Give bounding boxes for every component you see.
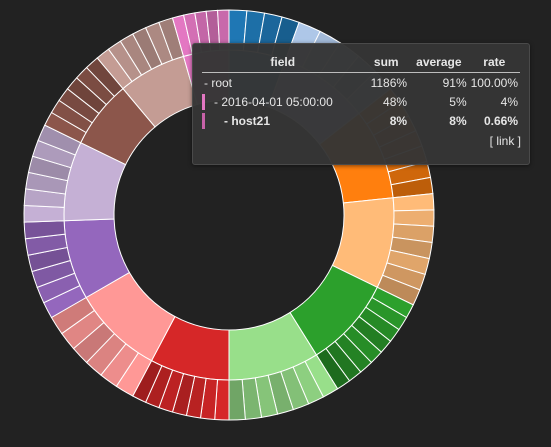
header-average: average	[409, 53, 469, 73]
row-average: 5%	[449, 95, 467, 109]
details-row-root: - root 1186% 91% 100.00%	[202, 73, 520, 93]
row-sum: 48%	[383, 95, 408, 109]
header-field: field	[202, 53, 364, 73]
header-rate: rate	[468, 53, 520, 73]
row-sum: 1186%	[370, 76, 408, 90]
row-field: - root	[204, 76, 233, 90]
row-rate: 0.66%	[483, 114, 518, 128]
outer-segment[interactable]	[23, 204, 65, 223]
details-table: field sum average rate - root 1186% 91% …	[202, 53, 520, 130]
color-swatch	[202, 94, 205, 110]
outer-segment[interactable]	[393, 209, 435, 227]
row-rate: 100.00%	[470, 76, 518, 90]
color-swatch	[202, 113, 205, 129]
details-row-date: - 2016-04-01 05:00:00 48% 5% 4%	[202, 92, 520, 111]
row-rate: 4%	[500, 95, 518, 109]
details-tooltip: field sum average rate - root 1186% 91% …	[192, 43, 530, 165]
details-link[interactable]: [ link ]	[490, 134, 521, 148]
details-row-host: - host21 8% 8% 0.66%	[202, 111, 520, 130]
details-header-row: field sum average rate	[202, 53, 520, 73]
row-average: 8%	[449, 114, 467, 128]
outer-segment[interactable]	[228, 378, 246, 421]
header-sum: sum	[363, 53, 410, 73]
row-field: - 2016-04-01 05:00:00	[214, 95, 333, 109]
row-average: 91%	[442, 76, 467, 90]
row-field: - host21	[224, 114, 271, 128]
row-sum: 8%	[389, 114, 408, 128]
